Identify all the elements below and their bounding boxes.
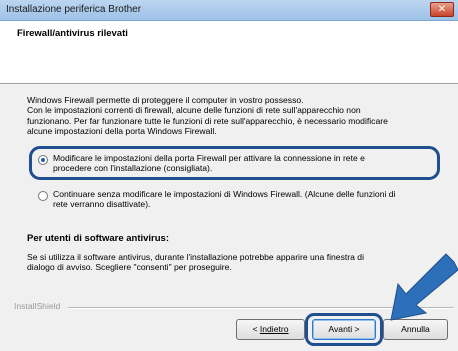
installer-window: Installazione periferica Brother ✕ Firew… [0, 0, 458, 351]
pointer-arrow-icon [390, 253, 458, 321]
arrow-shape [390, 253, 458, 321]
